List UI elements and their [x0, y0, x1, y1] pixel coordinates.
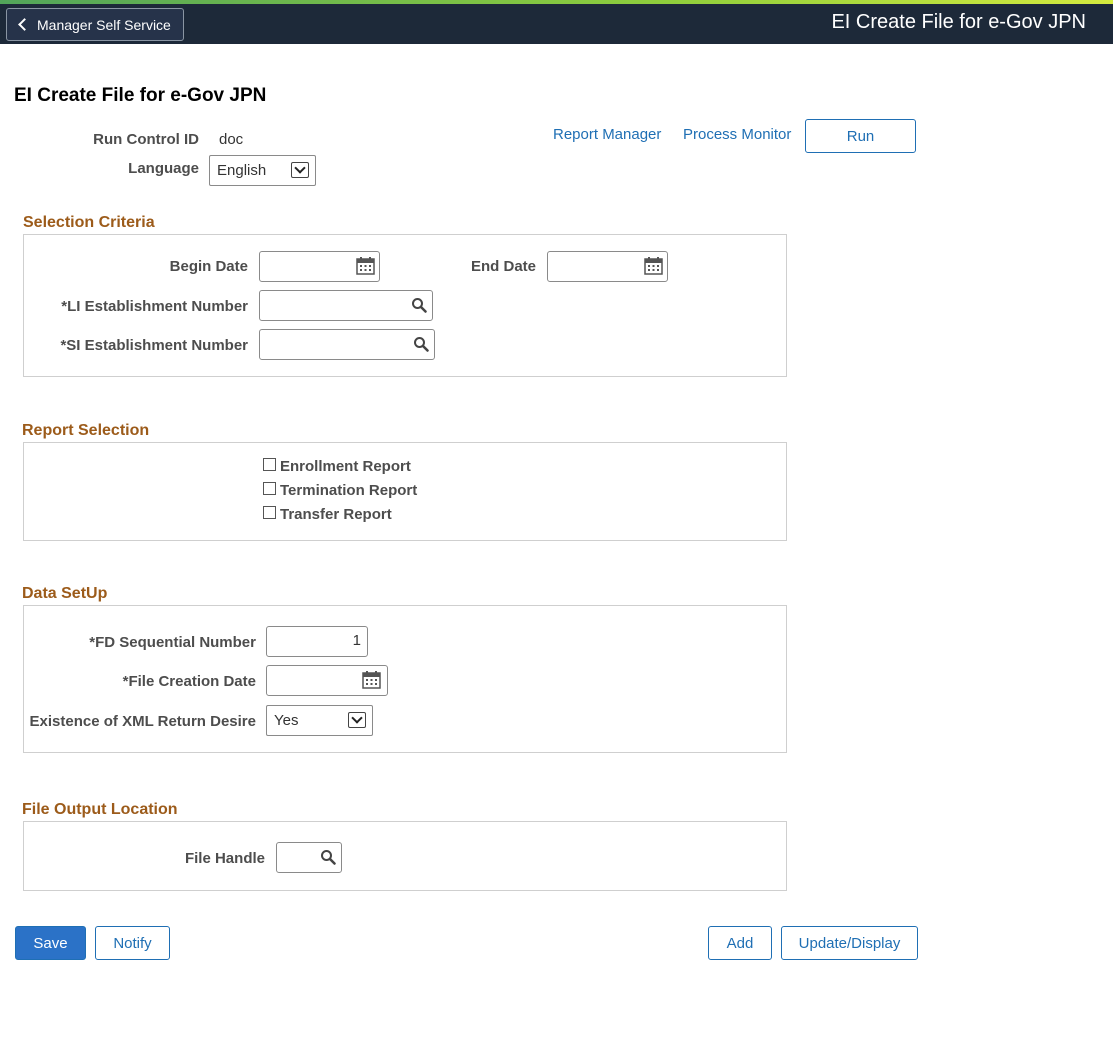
language-select[interactable]: English: [209, 155, 316, 186]
language-select-value: English: [217, 162, 266, 179]
transfer-report-label: Transfer Report: [280, 506, 392, 523]
chevron-left-icon: [18, 18, 31, 31]
back-button-label: Manager Self Service: [37, 17, 171, 33]
language-label: Language: [60, 160, 199, 177]
update-display-button[interactable]: Update/Display: [781, 926, 918, 960]
search-icon[interactable]: [411, 297, 427, 313]
termination-report-checkbox[interactable]: [263, 482, 276, 495]
file-handle-label: File Handle: [150, 850, 265, 867]
search-icon[interactable]: [320, 849, 336, 865]
calendar-icon[interactable]: [644, 257, 663, 275]
page-title: EI Create File for e-Gov JPN: [14, 85, 266, 107]
file-creation-date-label: *File Creation Date: [30, 673, 256, 690]
transfer-report-checkbox[interactable]: [263, 506, 276, 519]
si-establishment-label: *SI Establishment Number: [30, 337, 248, 354]
add-button[interactable]: Add: [708, 926, 772, 960]
search-icon[interactable]: [413, 336, 429, 352]
file-handle-input[interactable]: [276, 842, 342, 873]
file-output-group: [23, 821, 787, 891]
run-button[interactable]: Run: [805, 119, 916, 153]
fd-sequential-label: *FD Sequential Number: [30, 634, 256, 651]
li-establishment-input[interactable]: [259, 290, 433, 321]
banner-title: EI Create File for e-Gov JPN: [831, 11, 1086, 34]
chevron-down-icon: [291, 162, 309, 178]
file-output-title: File Output Location: [22, 801, 178, 819]
begin-date-input[interactable]: [259, 251, 380, 282]
back-button[interactable]: Manager Self Service: [6, 8, 184, 41]
si-establishment-input[interactable]: [259, 329, 435, 360]
termination-report-label: Termination Report: [280, 482, 417, 499]
notify-button[interactable]: Notify: [95, 926, 170, 960]
enrollment-report-label: Enrollment Report: [280, 458, 411, 475]
enrollment-report-checkbox[interactable]: [263, 458, 276, 471]
end-date-input[interactable]: [547, 251, 668, 282]
save-button[interactable]: Save: [15, 926, 86, 960]
selection-criteria-title: Selection Criteria: [23, 214, 155, 232]
li-establishment-label: *LI Establishment Number: [30, 298, 248, 315]
header-banner: Manager Self Service EI Create File for …: [0, 4, 1113, 44]
file-creation-date-input[interactable]: [266, 665, 388, 696]
xml-return-label: Existence of XML Return Desire: [26, 713, 256, 730]
calendar-icon[interactable]: [362, 671, 381, 689]
calendar-icon[interactable]: [356, 257, 375, 275]
begin-date-label: Begin Date: [40, 258, 248, 275]
data-setup-title: Data SetUp: [22, 585, 107, 603]
fd-sequential-input[interactable]: 1: [266, 626, 368, 657]
report-selection-title: Report Selection: [22, 422, 149, 440]
xml-return-select[interactable]: Yes: [266, 705, 373, 736]
run-control-value: doc: [219, 131, 243, 148]
run-control-label: Run Control ID: [60, 131, 199, 148]
report-manager-link[interactable]: Report Manager: [553, 126, 661, 143]
process-monitor-link[interactable]: Process Monitor: [683, 126, 791, 143]
xml-return-select-value: Yes: [274, 712, 298, 729]
end-date-label: End Date: [440, 258, 536, 275]
chevron-down-icon: [348, 712, 366, 728]
